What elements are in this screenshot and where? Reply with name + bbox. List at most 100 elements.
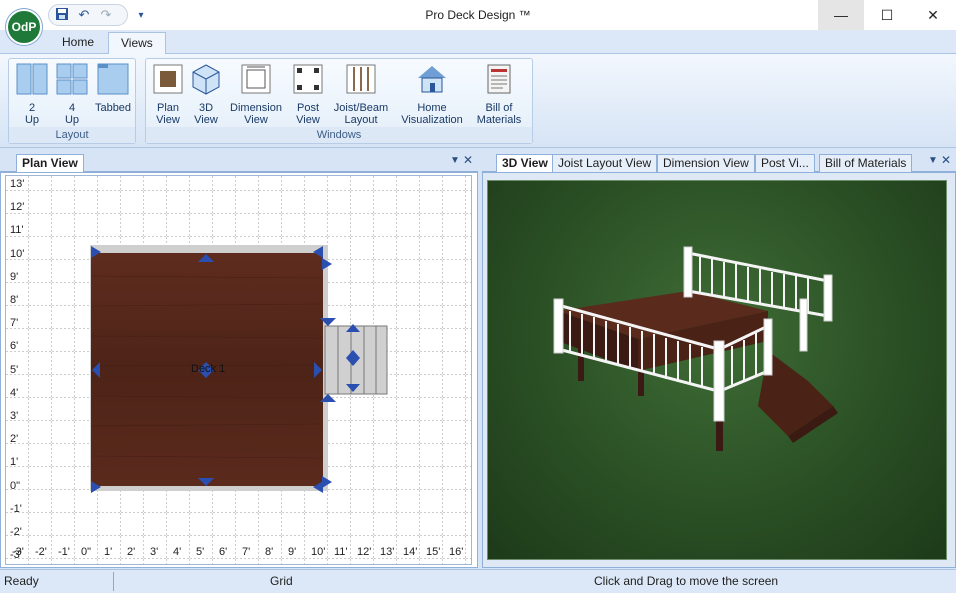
tab-home[interactable]: Home (50, 32, 106, 54)
right-panel-tab-strip: 3D View Joist Layout View Dimension View… (482, 152, 956, 173)
post-view-button[interactable]: Post View (288, 63, 328, 126)
cube-icon (192, 64, 220, 95)
x-axis-label: 2' (127, 546, 136, 558)
tabbed-button[interactable]: Tabbed (93, 63, 133, 114)
tab-joist-layout-view[interactable]: Joist Layout View (552, 154, 658, 173)
x-axis-label: 6' (219, 546, 228, 558)
y-axis-label: 11' (10, 224, 24, 237)
dimension-view-button[interactable]: Dimension View (228, 63, 284, 126)
two-up-label-2: Up (24, 114, 40, 126)
left-panel-tab-strip: Plan View ▼ ✕ (0, 152, 478, 173)
ribbon-tab-strip: Home Views (0, 30, 956, 55)
tab-plan-view[interactable]: Plan View (16, 154, 84, 173)
four-up-label-2: Up (64, 114, 80, 126)
panel-menu-icon[interactable]: ▼ (450, 155, 460, 166)
two-up-button[interactable]: 2 Up (13, 63, 51, 126)
panel-menu-icon[interactable]: ▼ (928, 155, 938, 166)
x-axis-label: 16' (449, 546, 464, 558)
y-axis-label: 2' (10, 433, 19, 446)
joist-beam-layout-button[interactable]: Joist/Beam Layout (332, 63, 390, 126)
status-ready: Ready (4, 574, 39, 588)
status-separator (113, 572, 114, 591)
status-hint: Click and Drag to move the screen (594, 574, 779, 588)
four-up-button[interactable]: 4 Up (53, 63, 91, 126)
post-icon (293, 64, 323, 94)
x-axis-label: 15' (426, 546, 441, 558)
windows-group-label: Windows (146, 127, 532, 143)
close-button[interactable]: ✕ (910, 0, 956, 30)
deck-label: Deck 1 (191, 363, 226, 375)
panel-close-icon[interactable]: ✕ (463, 153, 473, 167)
3d-view-label-1: 3D (198, 102, 214, 114)
app-menu-button[interactable]: OdP (6, 9, 42, 45)
3d-view-canvas[interactable] (487, 180, 947, 560)
two-up-icon (16, 63, 48, 95)
plan-view-icon (153, 64, 183, 94)
tab-post-view[interactable]: Post Vi... (755, 154, 815, 173)
plan-view-canvas[interactable]: Deck 1 13' 12' 11' 10' 9' 8' 7' 6' 5' 4' 3' 2' 1' 0" -… (5, 175, 472, 565)
y-axis-label: 6' (10, 340, 19, 353)
panel-close-icon[interactable]: ✕ (941, 153, 951, 167)
tab-dimension-view[interactable]: Dimension View (657, 154, 755, 173)
x-axis-label: 12' (357, 546, 372, 558)
y-axis-label: 7' (10, 317, 19, 330)
dimension-view-label-1: Dimension (230, 102, 282, 114)
x-axis-label: 3' (150, 546, 159, 558)
home-visualization-label-1: Home (417, 102, 447, 114)
y-axis-label: 1' (10, 456, 19, 469)
plan-view-label-1: Plan (156, 102, 180, 114)
tabbed-label: Tabbed (94, 102, 132, 114)
x-axis-label: 1' (104, 546, 113, 558)
deck-3d-render (553, 246, 838, 451)
ribbon-group-windows: Plan View 3D View Dimension View Post Vi… (145, 58, 533, 144)
plan-view-button[interactable]: Plan View (150, 63, 186, 126)
maximize-button[interactable]: ☐ (864, 0, 910, 30)
minimize-button[interactable]: — (818, 0, 864, 30)
x-axis-label: 8' (265, 546, 274, 558)
joist-beam-label-1: Joist/Beam (333, 102, 389, 114)
y-axis-label: 0" (10, 479, 21, 492)
bill-of-materials-button[interactable]: Bill of Materials (474, 63, 524, 126)
four-up-icon (56, 63, 88, 95)
y-axis-label: 10' (10, 247, 25, 260)
y-axis-label: -2' (10, 526, 22, 538)
joist-icon (346, 64, 376, 94)
x-axis-label: -3' (12, 546, 24, 558)
x-axis-label: 7' (242, 546, 251, 558)
bill-of-materials-label-2: Materials (476, 114, 522, 126)
x-axis-label: 5' (196, 546, 205, 558)
tabbed-icon (97, 63, 129, 95)
3d-view-button[interactable]: 3D View (188, 63, 224, 126)
joist-beam-label-2: Layout (344, 114, 378, 126)
plan-grid (6, 176, 471, 564)
y-axis-label: 5' (10, 363, 19, 376)
tab-views[interactable]: Views (108, 32, 166, 55)
four-up-label-1: 4 (68, 102, 76, 114)
y-axis-label: 13' (10, 178, 25, 190)
home-visualization-button[interactable]: Home Visualization (396, 63, 468, 126)
y-axis-label: 8' (10, 294, 19, 306)
x-axis-label: 14' (403, 546, 418, 558)
x-axis-label: 13' (380, 546, 395, 558)
house-icon (418, 66, 446, 93)
status-grid: Grid (270, 574, 293, 588)
tab-bill-of-materials[interactable]: Bill of Materials (819, 154, 913, 173)
ribbon: 2 Up 4 Up Tabbed Layout Plan View 3D Vie… (0, 54, 956, 148)
x-axis-label: -2' (35, 546, 47, 558)
tab-3d-view[interactable]: 3D View (496, 154, 554, 173)
ribbon-group-layout: 2 Up 4 Up Tabbed Layout (8, 58, 136, 144)
status-bar: Ready Grid Click and Drag to move the sc… (0, 569, 956, 593)
post-view-label-1: Post (296, 102, 319, 114)
x-axis-label: 4' (173, 546, 182, 558)
title-bar: ↶ ↷ ▾ Pro Deck Design ™ — ☐ ✕ (0, 0, 956, 30)
x-axis-label: 0" (81, 546, 92, 558)
y-axis-label: 4' (10, 386, 19, 399)
home-visualization-label-2: Visualization (401, 114, 463, 126)
dimension-view-label-2: View (244, 114, 268, 126)
window-title: Pro Deck Design ™ (425, 8, 531, 22)
x-axis-label: 9' (288, 546, 297, 558)
y-axis-label: 9' (10, 270, 19, 283)
bill-of-materials-icon (487, 64, 511, 94)
post-view-label-2: View (296, 114, 320, 126)
layout-group-label: Layout (9, 127, 135, 143)
